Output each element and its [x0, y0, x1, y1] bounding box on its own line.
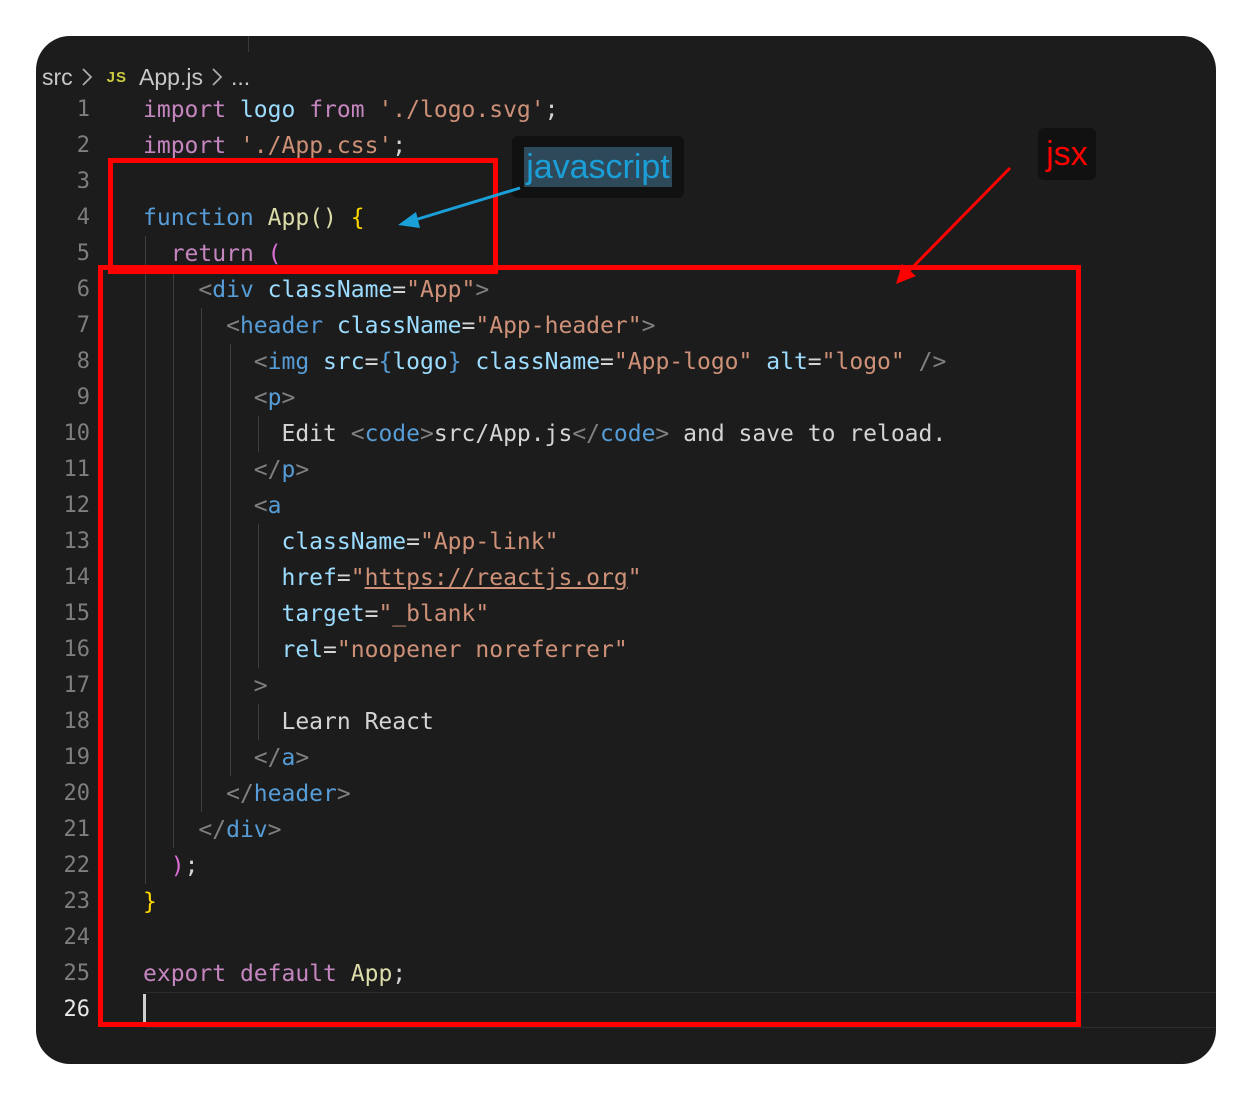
- code-editor-window: src JS App.js ... 1 import logo from './l…: [36, 36, 1216, 1064]
- annotation-arrows: [398, 166, 1012, 284]
- jsx-arrow: [896, 166, 1012, 284]
- javascript-arrow: [398, 186, 521, 228]
